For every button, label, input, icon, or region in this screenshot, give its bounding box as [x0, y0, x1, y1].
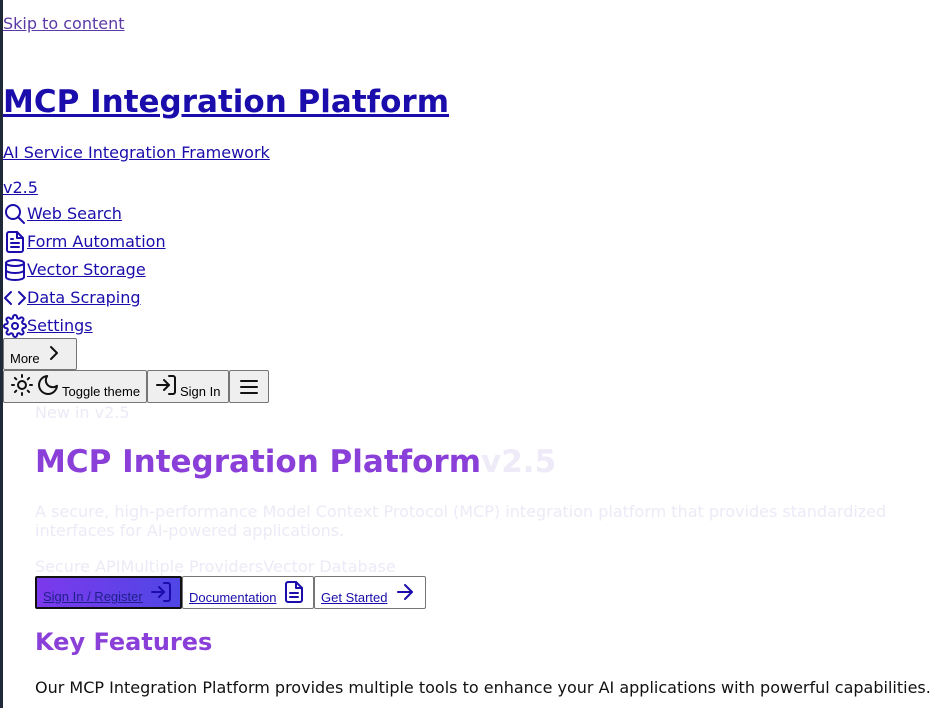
version-link[interactable]: v2.5	[3, 178, 38, 197]
sun-icon	[11, 374, 33, 396]
sign-in-register-label: Sign In / Register	[43, 589, 143, 604]
tag-secure-api: Secure API	[35, 557, 121, 576]
hero-title-version: v2.5	[481, 444, 557, 480]
get-started-button[interactable]: Get Started	[314, 576, 426, 609]
documentation-button[interactable]: Documentation	[182, 576, 314, 609]
site-subtitle-link[interactable]: AI Service Integration Framework	[3, 143, 270, 162]
nav-item-web-search[interactable]: Web Search	[3, 200, 122, 228]
hero-badge: New in v2.5	[35, 403, 130, 422]
site-title-link[interactable]: MCP Integration Platform	[3, 84, 449, 120]
hero-tags: Secure APIMultiple ProvidersVector Datab…	[35, 557, 396, 576]
document-icon	[6, 231, 24, 253]
nav-item-settings[interactable]: Settings	[3, 312, 93, 340]
key-features-description: Our MCP Integration Platform provides mu…	[35, 678, 931, 697]
more-button[interactable]: More	[3, 338, 77, 370]
chevron-right-icon	[49, 345, 58, 360]
more-label: More	[10, 351, 40, 366]
nav-item-label[interactable]: Vector Storage	[27, 256, 146, 284]
nav-item-label[interactable]: Web Search	[27, 200, 122, 228]
key-features-heading: Key Features	[35, 628, 213, 656]
moon-icon	[38, 375, 58, 395]
skip-to-content-link[interactable]: Skip to content	[3, 14, 125, 33]
nav-item-label[interactable]: Settings	[27, 312, 93, 340]
sign-in-label: Sign In	[180, 384, 221, 399]
nav-item-form-automation[interactable]: Form Automation	[3, 228, 166, 256]
nav-item-label[interactable]: Form Automation	[27, 228, 166, 256]
arrow-right-icon	[397, 583, 414, 600]
nav-item-label[interactable]: Data Scraping	[27, 284, 141, 312]
menu-button[interactable]	[229, 370, 269, 403]
code-icon	[4, 291, 26, 305]
tag-vector-database: Vector Database	[263, 557, 396, 576]
sign-in-button[interactable]: Sign In	[147, 370, 229, 403]
tag-multiple-providers: Multiple Providers	[120, 557, 264, 576]
database-icon	[5, 259, 25, 281]
get-started-label: Get Started	[321, 590, 388, 605]
nav-item-data-scraping[interactable]: Data Scraping	[3, 284, 141, 312]
toggle-theme-button[interactable]: Toggle theme	[3, 370, 147, 403]
search-icon	[5, 204, 25, 224]
hero-title: MCP Integration Platformv2.5	[35, 444, 556, 480]
toggle-theme-label: Toggle theme	[62, 384, 141, 399]
hero-title-text: MCP Integration Platform	[35, 444, 482, 480]
sign-in-icon	[156, 375, 176, 395]
gear-icon	[3, 314, 27, 338]
documentation-label: Documentation	[189, 590, 277, 605]
sign-in-icon	[150, 581, 171, 602]
hamburger-menu-icon	[240, 379, 258, 394]
sign-in-register-button[interactable]: Sign In / Register	[35, 576, 182, 609]
nav-item-vector-storage[interactable]: Vector Storage	[3, 256, 146, 284]
document-icon	[285, 580, 304, 603]
hero-description: A secure, high-performance Model Context…	[35, 502, 887, 540]
